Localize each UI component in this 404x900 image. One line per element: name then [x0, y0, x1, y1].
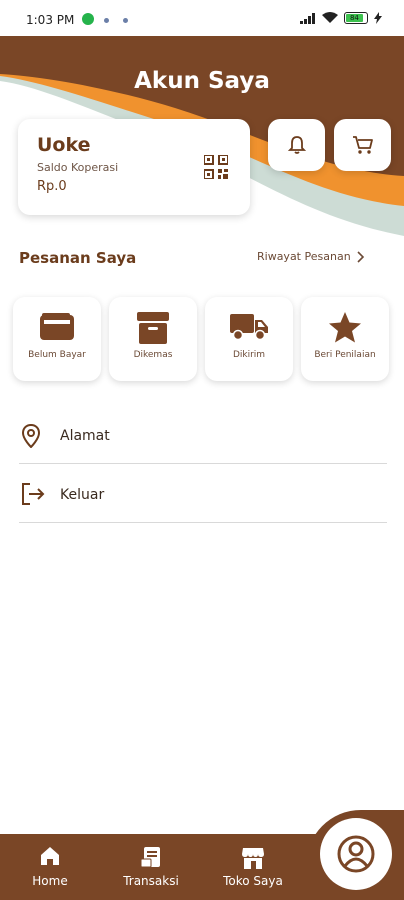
- wifi-icon: [322, 12, 338, 23]
- menu-item-label: Alamat: [60, 428, 110, 444]
- menu-item-alamat[interactable]: Alamat: [19, 406, 387, 464]
- account-card[interactable]: Uoke Saldo Koperasi Rp.0: [18, 119, 250, 215]
- home-icon: [41, 847, 59, 865]
- profile-icon: [337, 835, 375, 873]
- battery-level: 84: [346, 14, 363, 22]
- nav-toko-saya[interactable]: Toko Saya: [208, 834, 298, 900]
- notification-dot-icon: [104, 18, 109, 23]
- status-time: 1:03 PM: [26, 13, 75, 27]
- order-tile-dikirim[interactable]: Dikirim: [205, 297, 293, 381]
- account-name: Uoke: [37, 134, 91, 156]
- bell-icon: [287, 136, 306, 154]
- notification-button[interactable]: [268, 119, 325, 171]
- menu-item-label: Keluar: [60, 487, 105, 503]
- status-indicators: 84: [300, 12, 382, 24]
- nav-home[interactable]: Home: [5, 834, 95, 900]
- signal-icon: [300, 12, 315, 24]
- truck-icon: [230, 314, 268, 341]
- box-icon: [137, 312, 169, 344]
- orders-title: Pesanan Saya: [19, 249, 137, 267]
- logout-icon: [22, 483, 45, 505]
- order-tile-belum-bayar[interactable]: Belum Bayar: [13, 297, 101, 381]
- order-tile-label: Belum Bayar: [28, 350, 86, 360]
- receipt-icon: [140, 847, 160, 868]
- cart-button[interactable]: [334, 119, 391, 171]
- page-title: Akun Saya: [134, 68, 270, 94]
- nav-transaksi-label: Transaksi: [123, 874, 179, 888]
- order-tile-label: Beri Penilaian: [314, 350, 376, 360]
- order-tile-label: Dikemas: [133, 350, 173, 360]
- menu-item-keluar[interactable]: Keluar: [19, 465, 387, 523]
- chevron-right-icon: [357, 250, 364, 263]
- nav-transaksi[interactable]: Transaksi: [106, 834, 196, 900]
- order-tile-dikemas[interactable]: Dikemas: [109, 297, 197, 381]
- location-pin-icon: [21, 424, 41, 448]
- whatsapp-notification-icon: [82, 13, 94, 25]
- nav-toko-saya-label: Toko Saya: [223, 874, 283, 888]
- qr-code-icon[interactable]: [204, 155, 228, 179]
- cart-icon: [352, 136, 373, 154]
- nav-home-label: Home: [32, 874, 68, 888]
- charging-icon: [374, 12, 382, 24]
- order-history-link[interactable]: Riwayat Pesanan: [257, 250, 365, 263]
- order-tile-label: Dikirim: [232, 350, 266, 360]
- saldo-value: Rp.0: [37, 179, 67, 194]
- notification-dot-icon: [123, 18, 128, 23]
- order-history-label: Riwayat Pesanan: [257, 250, 351, 263]
- status-bar: 1:03 PM 84: [0, 0, 404, 36]
- battery-icon: 84: [344, 12, 368, 24]
- saldo-label: Saldo Koperasi: [37, 161, 119, 174]
- star-icon: [329, 312, 361, 343]
- store-icon: [242, 848, 264, 869]
- order-tile-beri-penilaian[interactable]: Beri Penilaian: [301, 297, 389, 381]
- wallet-icon: [40, 313, 74, 340]
- profile-button[interactable]: [320, 818, 392, 890]
